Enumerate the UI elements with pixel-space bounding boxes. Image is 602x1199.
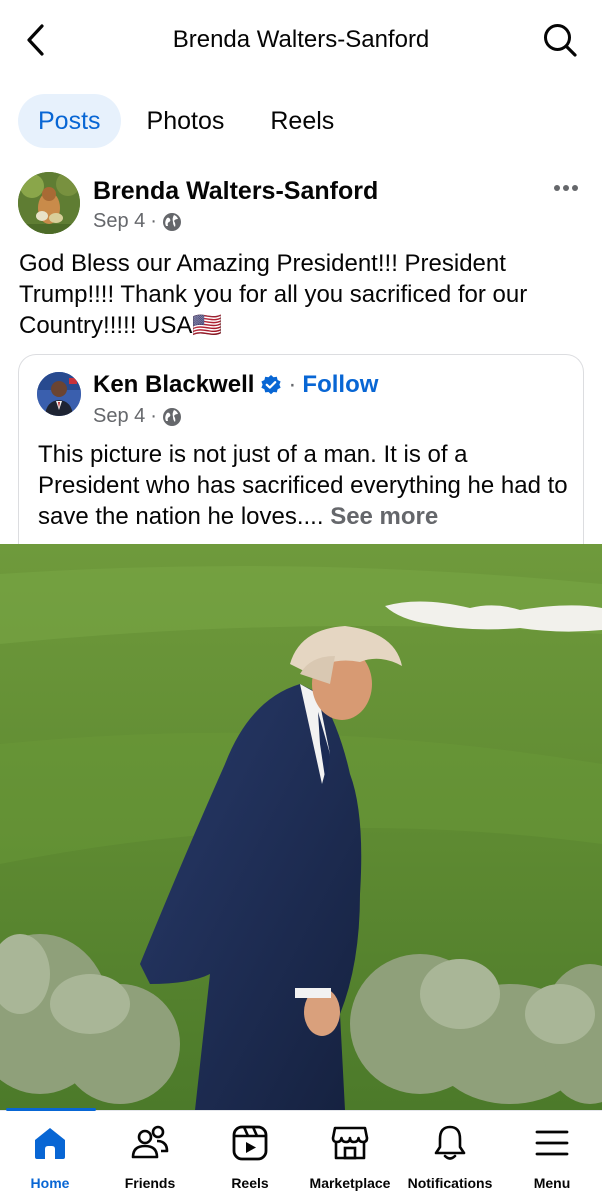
search-button[interactable] [540, 20, 580, 60]
verified-badge-icon [261, 375, 282, 395]
bottom-navigation: Home Friends Reels Marketplace Notificat… [0, 1108, 602, 1199]
shared-author-line: Ken Blackwell · Follow [93, 371, 378, 399]
nav-menu[interactable]: Menu [502, 1123, 602, 1199]
profile-tabs: Posts Photos Reels [18, 94, 354, 148]
shared-post-text: This picture is not just of a man. It is… [38, 439, 568, 532]
post-meta: Sep 4 · [93, 210, 182, 233]
post-header: Brenda Walters-Sanford Sep 4 · [18, 172, 584, 238]
top-bar: Brenda Walters-Sanford [0, 0, 602, 82]
globe-icon [162, 407, 181, 426]
search-icon [544, 24, 577, 57]
nav-marketplace[interactable]: Marketplace [300, 1123, 400, 1199]
tab-photos[interactable]: Photos [127, 94, 245, 148]
back-button[interactable] [18, 22, 54, 58]
see-more-link[interactable]: See more [330, 503, 438, 530]
nav-home-label: Home [30, 1175, 70, 1191]
shared-post-date[interactable]: Sep 4 [93, 405, 145, 428]
nav-menu-label: Menu [533, 1175, 571, 1191]
globe-icon [162, 212, 181, 231]
meta-separator: · [150, 210, 157, 232]
nav-reels-label: Reels [231, 1175, 269, 1191]
active-tab-indicator [6, 1108, 96, 1111]
bell-icon [434, 1125, 466, 1160]
post-author-name[interactable]: Brenda Walters-Sanford [93, 177, 378, 206]
nav-notifications-label: Notifications [407, 1175, 493, 1191]
shared-author-name[interactable]: Ken Blackwell [93, 371, 254, 399]
nav-friends-label: Friends [124, 1175, 176, 1191]
post-more-button[interactable] [550, 176, 582, 200]
follow-button[interactable]: Follow [302, 371, 378, 399]
marketplace-icon [331, 1126, 369, 1160]
author-avatar[interactable] [18, 172, 80, 234]
tab-posts[interactable]: Posts [18, 94, 121, 148]
reels-icon [232, 1125, 268, 1161]
shared-author-avatar[interactable] [37, 372, 81, 416]
man-in-navy-suit-on-golf-course-image [0, 544, 602, 1110]
nav-home[interactable]: Home [0, 1123, 100, 1199]
nav-notifications[interactable]: Notifications [400, 1123, 500, 1199]
friends-icon [131, 1125, 169, 1159]
shared-post-meta: Sep 4 · [93, 405, 182, 428]
shared-avatar-image [37, 372, 81, 416]
nav-friends[interactable]: Friends [100, 1123, 200, 1199]
page-title: Brenda Walters-Sanford [172, 26, 430, 53]
post-text: God Bless our Amazing President!!! Presi… [19, 250, 528, 339]
tab-reels[interactable]: Reels [250, 94, 354, 148]
shared-meta-separator: · [150, 405, 157, 427]
nav-marketplace-label: Marketplace [309, 1175, 391, 1191]
profile-posts-page: Brenda Walters-Sanford Posts Photos Reel… [0, 0, 602, 1199]
avatar-image [18, 172, 80, 234]
home-icon [35, 1128, 65, 1159]
chevron-left-icon [27, 24, 44, 56]
nav-reels[interactable]: Reels [200, 1123, 300, 1199]
more-horizontal-icon [554, 185, 578, 191]
follow-separator: · [288, 371, 297, 398]
menu-icon [535, 1130, 569, 1156]
post-photo[interactable] [0, 544, 602, 1110]
shared-post-body: This picture is not just of a man. It is… [38, 441, 568, 530]
post-date[interactable]: Sep 4 [93, 210, 145, 233]
shared-post-card[interactable]: Ken Blackwell · Follow Sep 4 · This pict… [18, 354, 584, 554]
